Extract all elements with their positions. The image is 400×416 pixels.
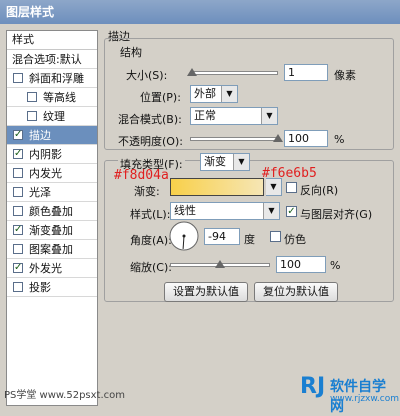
style-checkbox[interactable]: ✓ bbox=[13, 225, 23, 235]
size-slider-thumb[interactable] bbox=[186, 68, 197, 76]
align-label: 与图层对齐(G) bbox=[300, 208, 373, 221]
watermark-right: RJ 软件自学网 www.rjzxw.com bbox=[300, 374, 399, 415]
scale-slider-thumb[interactable] bbox=[215, 260, 225, 268]
style-item[interactable]: 内发光 bbox=[7, 164, 97, 183]
dither-checkbox[interactable] bbox=[270, 231, 281, 242]
position-value: 外部 bbox=[194, 87, 216, 100]
align-with-layer-checkbox[interactable]: ✓ bbox=[286, 206, 297, 217]
style-checkbox[interactable]: ✓ bbox=[13, 149, 23, 159]
style-checkbox[interactable] bbox=[13, 168, 23, 178]
style-item-label: 斜面和浮雕 bbox=[29, 72, 84, 85]
style-item[interactable]: ✓ 内阴影 bbox=[7, 145, 97, 164]
angle-unit: 度 bbox=[244, 233, 255, 246]
blend-mode-value: 正常 bbox=[194, 109, 216, 122]
styles-header[interactable]: 样式 bbox=[7, 31, 97, 50]
opacity-label: 不透明度(O): bbox=[118, 135, 183, 148]
angle-label: 角度(A): bbox=[130, 234, 172, 247]
opacity-slider-track[interactable] bbox=[190, 137, 278, 141]
reset-default-button[interactable]: 复位为默认值 bbox=[254, 282, 338, 302]
style-item-label: 混合选项:默认 bbox=[12, 53, 82, 66]
structure-title: 结构 bbox=[118, 44, 144, 60]
style-item[interactable]: ✓ 外发光 bbox=[7, 259, 97, 278]
dither-label: 仿色 bbox=[284, 233, 306, 246]
start-color-annotation: #f8d04a bbox=[114, 168, 169, 183]
style-item[interactable]: 斜面和浮雕 bbox=[7, 69, 97, 88]
style-checkbox[interactable] bbox=[13, 187, 23, 197]
scale-label: 缩放(C): bbox=[130, 261, 172, 274]
style-item-label: 颜色叠加 bbox=[29, 205, 73, 218]
watermark-right-url: www.rjzxw.com bbox=[330, 394, 399, 404]
style-item-label: 渐变叠加 bbox=[29, 224, 73, 237]
size-slider-track[interactable] bbox=[190, 71, 278, 75]
opacity-input[interactable]: 100 bbox=[284, 130, 328, 147]
chevron-down-icon: ▼ bbox=[263, 203, 279, 219]
chevron-down-icon: ▼ bbox=[266, 179, 281, 195]
scale-input[interactable]: 100 bbox=[276, 256, 326, 273]
style-item[interactable]: 图案叠加 bbox=[7, 240, 97, 259]
reverse-label: 反向(R) bbox=[300, 184, 339, 197]
gradient-swatch[interactable] bbox=[170, 178, 264, 196]
style-value: 线性 bbox=[174, 204, 196, 217]
style-checkbox[interactable] bbox=[13, 73, 23, 83]
style-item[interactable]: 光泽 bbox=[7, 183, 97, 202]
style-checkbox[interactable] bbox=[27, 92, 37, 102]
size-unit: 像素 bbox=[334, 69, 356, 82]
opacity-unit: % bbox=[334, 133, 345, 146]
gradient-label: 渐变: bbox=[134, 185, 160, 198]
chevron-down-icon: ▼ bbox=[233, 154, 249, 170]
style-item-label: 描边 bbox=[29, 129, 51, 142]
style-item[interactable]: 纹理 bbox=[7, 107, 97, 126]
scale-unit: % bbox=[330, 259, 341, 272]
style-checkbox[interactable] bbox=[13, 282, 23, 292]
style-item-label: 光泽 bbox=[29, 186, 51, 199]
style-item-label: 内阴影 bbox=[29, 148, 62, 161]
style-checkbox[interactable] bbox=[13, 244, 23, 254]
style-item-label: 外发光 bbox=[29, 262, 62, 275]
style-item-label: 投影 bbox=[29, 281, 51, 294]
style-item[interactable]: 等高线 bbox=[7, 88, 97, 107]
style-item-label: 等高线 bbox=[43, 91, 76, 104]
style-item-label: 纹理 bbox=[43, 110, 65, 123]
rj-logo-icon: RJ bbox=[300, 374, 326, 399]
style-checkbox[interactable] bbox=[13, 206, 23, 216]
opacity-slider-thumb[interactable] bbox=[273, 134, 283, 142]
position-select[interactable]: 外部 ▼ bbox=[190, 85, 238, 103]
fill-type-select[interactable]: 渐变 ▼ bbox=[200, 153, 250, 171]
style-item[interactable]: 颜色叠加 bbox=[7, 202, 97, 221]
gradient-picker-button[interactable]: ▼ bbox=[266, 178, 282, 196]
blend-mode-select[interactable]: 正常 ▼ bbox=[190, 107, 278, 125]
angle-dial-icon[interactable] bbox=[168, 220, 200, 252]
window-title: 图层样式 bbox=[0, 0, 400, 24]
position-label: 位置(P): bbox=[140, 91, 181, 104]
blend-mode-label: 混合模式(B): bbox=[118, 113, 182, 126]
style-item-label: 内发光 bbox=[29, 167, 62, 180]
watermark-left: PS学堂 www.52psxt.com bbox=[4, 390, 126, 401]
size-input[interactable]: 1 bbox=[284, 64, 328, 81]
stroke-panel: 描边 结构 大小(S): 1 像素 位置(P): 外部 ▼ 混合模式(B): 正… bbox=[104, 30, 394, 406]
style-item[interactable]: 投影 bbox=[7, 278, 97, 297]
styles-list: 样式 混合选项:默认斜面和浮雕等高线纹理 ✓ 描边 ✓ 内阴影内发光光泽颜色叠加 ✓ 渐变叠… bbox=[6, 30, 98, 406]
size-label: 大小(S): bbox=[126, 69, 168, 82]
fill-type-value: 渐变 bbox=[204, 155, 226, 168]
chevron-down-icon: ▼ bbox=[261, 108, 277, 124]
reverse-checkbox[interactable] bbox=[286, 182, 297, 193]
style-item-label: 图案叠加 bbox=[29, 243, 73, 256]
style-checkbox[interactable]: ✓ bbox=[13, 263, 23, 273]
style-select[interactable]: 线性 ▼ bbox=[170, 202, 280, 220]
chevron-down-icon: ▼ bbox=[221, 86, 237, 102]
angle-input[interactable]: -94 bbox=[204, 228, 240, 245]
style-label: 样式(L): bbox=[130, 208, 171, 221]
style-item[interactable]: 混合选项:默认 bbox=[7, 50, 97, 69]
style-item[interactable]: ✓ 渐变叠加 bbox=[7, 221, 97, 240]
style-checkbox[interactable] bbox=[27, 111, 37, 121]
style-checkbox[interactable]: ✓ bbox=[13, 130, 23, 140]
make-default-button[interactable]: 设置为默认值 bbox=[164, 282, 248, 302]
style-item[interactable]: ✓ 描边 bbox=[7, 126, 97, 145]
